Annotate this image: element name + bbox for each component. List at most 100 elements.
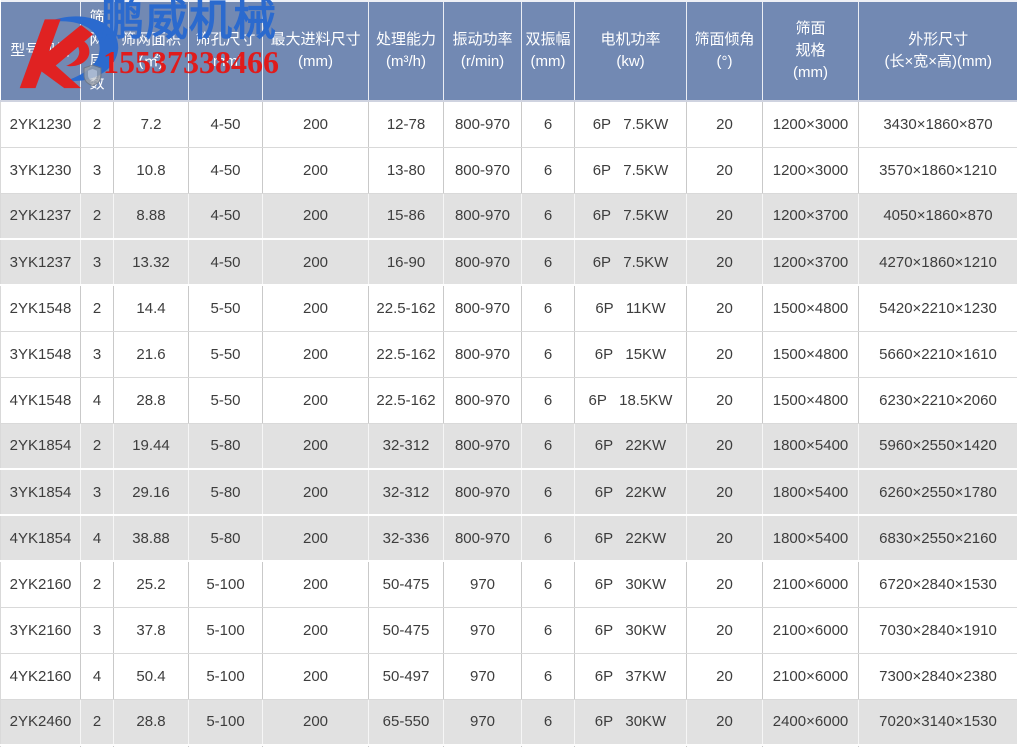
col-mesh-size: 筛孔尺寸 (mm) — [189, 1, 263, 101]
cell-vibration-frequency: 970 — [444, 653, 522, 699]
cell-double-amplitude: 6 — [522, 239, 575, 285]
cell-screen-angle: 20 — [687, 607, 763, 653]
cell-screen-angle: 20 — [687, 699, 763, 745]
cell-screen-angle: 20 — [687, 377, 763, 423]
cell-motor-power: 6P 30KW — [575, 699, 687, 745]
cell-double-amplitude: 6 — [522, 377, 575, 423]
table-row: 2YK1548 2 14.4 5-50 200 22.5-162 800-970… — [1, 285, 1017, 331]
cell-mesh-size: 4-50 — [189, 193, 263, 239]
cell-overall-dimensions: 5660×2210×1610 — [859, 331, 1017, 377]
cell-overall-dimensions: 4270×1860×1210 — [859, 239, 1017, 285]
cell-screen-area: 19.44 — [114, 423, 189, 469]
cell-max-feed: 200 — [263, 699, 369, 745]
header-line: (kw) — [577, 51, 684, 73]
cell-double-amplitude: 6 — [522, 653, 575, 699]
cell-motor-power: 6P 37KW — [575, 653, 687, 699]
cell-vibration-frequency: 800-970 — [444, 101, 522, 147]
cell-motor-power: 6P 30KW — [575, 607, 687, 653]
header-line: 外形尺寸 — [861, 29, 1016, 51]
cell-max-feed: 200 — [263, 147, 369, 193]
cell-vibration-frequency: 800-970 — [444, 193, 522, 239]
cell-screen-area: 37.8 — [114, 607, 189, 653]
cell-screen-size: 2100×6000 — [763, 607, 859, 653]
cell-deck-count: 3 — [81, 239, 114, 285]
cell-max-feed: 200 — [263, 515, 369, 561]
cell-screen-size: 1800×5400 — [763, 515, 859, 561]
cell-max-feed: 200 — [263, 193, 369, 239]
cell-screen-size: 1200×3700 — [763, 193, 859, 239]
cell-vibration-frequency: 800-970 — [444, 469, 522, 515]
header-row: 型号规格 筛网 层数 筛网面积 (㎡) 筛孔尺寸 (mm) 最大进料尺寸 (mm… — [1, 1, 1017, 101]
cell-max-feed: 200 — [263, 239, 369, 285]
cell-capacity: 15-86 — [369, 193, 444, 239]
cell-screen-area: 38.88 — [114, 515, 189, 561]
cell-screen-size: 2100×6000 — [763, 653, 859, 699]
cell-vibration-frequency: 970 — [444, 607, 522, 653]
cell-double-amplitude: 6 — [522, 561, 575, 607]
cell-model: 4YK2160 — [1, 653, 81, 699]
cell-overall-dimensions: 6260×2550×1780 — [859, 469, 1017, 515]
cell-max-feed: 200 — [263, 285, 369, 331]
cell-mesh-size: 4-50 — [189, 101, 263, 147]
cell-capacity: 50-475 — [369, 561, 444, 607]
header-line: 最大进料尺寸 — [265, 29, 366, 51]
header-line: 筛孔尺寸 — [191, 29, 260, 51]
cell-vibration-frequency: 800-970 — [444, 147, 522, 193]
cell-vibration-frequency: 800-970 — [444, 377, 522, 423]
cell-screen-size: 1200×3000 — [763, 101, 859, 147]
cell-model: 3YK1854 — [1, 469, 81, 515]
cell-motor-power: 6P 18.5KW — [575, 377, 687, 423]
vibrating-screen-spec-table: 型号规格 筛网 层数 筛网面积 (㎡) 筛孔尺寸 (mm) 最大进料尺寸 (mm… — [0, 0, 1017, 747]
cell-screen-size: 1800×5400 — [763, 469, 859, 515]
cell-vibration-frequency: 800-970 — [444, 239, 522, 285]
cell-motor-power: 6P 22KW — [575, 469, 687, 515]
table-body: 2YK1230 2 7.2 4-50 200 12-78 800-970 6 6… — [1, 101, 1017, 747]
cell-max-feed: 200 — [263, 561, 369, 607]
cell-overall-dimensions: 7020×3140×1530 — [859, 699, 1017, 745]
cell-vibration-frequency: 800-970 — [444, 515, 522, 561]
cell-screen-angle: 20 — [687, 561, 763, 607]
header-line: 规格 — [765, 40, 856, 62]
cell-mesh-size: 5-50 — [189, 331, 263, 377]
cell-double-amplitude: 6 — [522, 101, 575, 147]
col-capacity: 处理能力 (m³/h) — [369, 1, 444, 101]
table-row: 2YK1854 2 19.44 5-80 200 32-312 800-970 … — [1, 423, 1017, 469]
table-row: 3YK1548 3 21.6 5-50 200 22.5-162 800-970… — [1, 331, 1017, 377]
cell-overall-dimensions: 6230×2210×2060 — [859, 377, 1017, 423]
header-line: (mm) — [265, 51, 366, 73]
cell-screen-size: 1500×4800 — [763, 377, 859, 423]
cell-model: 2YK2160 — [1, 561, 81, 607]
cell-screen-area: 13.32 — [114, 239, 189, 285]
cell-capacity: 65-550 — [369, 699, 444, 745]
cell-double-amplitude: 6 — [522, 423, 575, 469]
col-deck-count: 筛网 层数 — [81, 1, 114, 101]
header-line: 筛网 — [83, 7, 111, 51]
col-model: 型号规格 — [1, 1, 81, 101]
header-line: 筛网面积 — [116, 29, 186, 51]
cell-model: 2YK1230 — [1, 101, 81, 147]
cell-screen-area: 28.8 — [114, 699, 189, 745]
table-row: 2YK1230 2 7.2 4-50 200 12-78 800-970 6 6… — [1, 101, 1017, 147]
cell-max-feed: 200 — [263, 607, 369, 653]
cell-screen-angle: 20 — [687, 285, 763, 331]
cell-screen-size: 1500×4800 — [763, 331, 859, 377]
cell-model: 2YK1237 — [1, 193, 81, 239]
cell-deck-count: 2 — [81, 285, 114, 331]
header-line: (mm) — [191, 51, 260, 73]
cell-model: 3YK2160 — [1, 607, 81, 653]
cell-motor-power: 6P 7.5KW — [575, 239, 687, 285]
cell-motor-power: 6P 22KW — [575, 423, 687, 469]
cell-model: 2YK1854 — [1, 423, 81, 469]
cell-mesh-size: 5-100 — [189, 561, 263, 607]
cell-double-amplitude: 6 — [522, 193, 575, 239]
cell-motor-power: 6P 11KW — [575, 285, 687, 331]
cell-overall-dimensions: 5960×2550×1420 — [859, 423, 1017, 469]
cell-screen-area: 25.2 — [114, 561, 189, 607]
cell-screen-area: 50.4 — [114, 653, 189, 699]
cell-deck-count: 3 — [81, 147, 114, 193]
cell-motor-power: 6P 22KW — [575, 515, 687, 561]
cell-overall-dimensions: 7030×2840×1910 — [859, 607, 1017, 653]
cell-capacity: 32-312 — [369, 469, 444, 515]
cell-overall-dimensions: 7300×2840×2380 — [859, 653, 1017, 699]
cell-model: 3YK1548 — [1, 331, 81, 377]
